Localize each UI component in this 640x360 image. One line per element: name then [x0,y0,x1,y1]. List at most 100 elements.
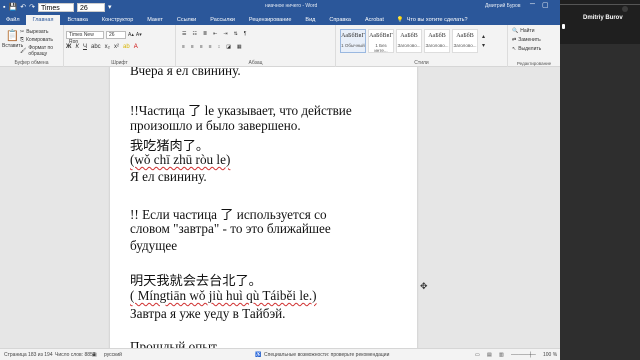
cut-button[interactable]: ✂ Вырезать [20,29,48,35]
status-bar: Страница 183 из 194 Число слов: 8853 ▣ р… [0,348,560,360]
doc-line: словом "завтра" - то это ближайшее [130,221,331,236]
tab-file[interactable]: Файл [0,15,26,25]
shrink-font-icon[interactable]: A▾ [136,32,142,38]
divider [560,4,640,5]
document-page[interactable]: Вчера я ел свинину. !!Частица 了 le указы… [110,67,428,348]
doc-line: !!Частица 了 le указывает, что действие [130,103,352,118]
cursor-icon: ↖ [512,46,517,52]
tab-mailings[interactable]: Рассылки [203,15,242,25]
style-no-spacing[interactable]: АаБбВвГ 1 Без инте... [368,29,394,53]
increase-indent-icon[interactable]: ⇥ [223,31,227,37]
save-icon[interactable]: 💾 [8,3,17,11]
read-mode-icon[interactable]: ▤ [487,352,492,358]
tab-review[interactable]: Рецензирование [242,15,298,25]
clipboard-group-label: Буфер обмена [14,60,49,66]
format-painter-button[interactable]: 🖌 Формат по образцу [20,45,63,57]
proofing-icon[interactable]: ▣ [92,352,97,358]
strikethrough-icon[interactable]: abc [91,44,101,50]
language[interactable]: русский [104,352,122,358]
find-button[interactable]: 🔍 Найти [512,28,535,34]
line-spacing-icon[interactable]: ↕ [218,44,221,50]
font-group-label: Шрифт [111,60,128,66]
tab-help[interactable]: Справка [322,15,358,25]
undo-icon[interactable]: ↶ [20,3,26,11]
redo-icon[interactable]: ↷ [29,3,35,11]
underline-icon[interactable]: Ч [83,44,87,50]
numbering-icon[interactable]: ☷ [192,31,196,37]
replace-button[interactable]: ⇄ Заменить [512,37,541,43]
multilevel-icon[interactable]: ≣ [203,31,207,37]
align-buttons: ≡ ≡ ≡ ≡ ↕ ◪ ▦ [182,44,242,50]
zoom-slider[interactable]: ─────┼─ [511,352,536,358]
bullets-icon[interactable]: ☰ [182,31,186,37]
style-preview: АаБбВвГ [341,33,365,39]
tab-view[interactable]: Вид [298,15,322,25]
align-right-icon[interactable]: ≡ [200,44,203,50]
tell-me-search[interactable]: 💡 Что вы хотите сделать? [391,15,468,25]
font-color-icon[interactable]: A [134,44,138,50]
align-center-icon[interactable]: ≡ [191,44,194,50]
style-label: 1 Обычный [341,43,365,48]
font-name-box[interactable]: Times New Ron [66,31,104,45]
search-icon: 🔍 [512,28,519,34]
style-normal[interactable]: АаБбВвГ 1 Обычный [340,29,366,53]
list-buttons: ☰ ☷ ≣ ⇤ ⇥ ⇅ ¶ [182,31,246,37]
styles-group-label: Стили [414,60,429,66]
copy-button[interactable]: ⎘ Копировать [20,37,53,43]
grow-font-icon[interactable]: A▴ [128,32,134,38]
justify-icon[interactable]: ≡ [209,44,212,50]
zoom-level[interactable]: 100 % [543,352,557,358]
focus-icon[interactable]: ▭ [475,352,480,358]
maximize-icon[interactable]: ▢ [542,1,549,9]
italic-icon[interactable]: К [75,44,79,50]
highlight-icon[interactable]: ab [123,44,130,50]
chevron-up-icon[interactable]: ▴ [482,33,485,40]
shading-icon[interactable]: ◪ [226,44,231,50]
scissors-icon: ✂ [20,29,25,35]
subscript-icon[interactable]: x₂ [105,44,110,50]
doc-line: Прошлый опыт [130,339,217,348]
doc-line: 明天我就会去台北了。 [130,273,262,288]
style-heading-2[interactable]: АаБбВ Заголово... [424,29,450,53]
style-heading-3[interactable]: АаБбВ Заголово... [452,29,478,53]
font-size-box[interactable]: 26 [106,31,126,39]
borders-icon[interactable]: ▦ [237,44,242,50]
tab-home[interactable]: Главная [25,15,61,25]
camera-indicator-icon [622,6,628,12]
editing-group-label: Редактирование [516,61,552,66]
paragraph-group-label: Абзац [248,60,263,66]
tab-references[interactable]: Ссылки [170,15,203,25]
select-button[interactable]: ↖ Выделить [512,46,541,52]
align-left-icon[interactable]: ≡ [182,44,185,50]
participant-name: Dmitriy Burov [583,15,623,21]
accessibility-status[interactable]: Специальные возможности: проверьте реком… [264,352,389,358]
bold-icon[interactable]: Ж [66,44,71,50]
superscript-icon[interactable]: x² [114,44,119,50]
chevron-down-icon[interactable]: ▾ [482,42,485,49]
quick-font-size[interactable]: 26 [76,2,105,12]
sort-icon[interactable]: ⇅ [234,31,238,37]
decrease-indent-icon[interactable]: ⇤ [213,31,217,37]
word-count[interactable]: Число слов: 8853 [55,352,96,358]
participant-video-tile[interactable] [560,0,640,44]
tab-acrobat[interactable]: Acrobat [358,15,391,25]
customize-icon[interactable]: ▾ [108,3,112,11]
accessibility-icon[interactable]: ♿ [255,352,261,358]
style-preview: АаБбВвГ [369,33,393,39]
pilcrow-icon[interactable]: ¶ [244,31,247,37]
doc-line: Вчера я ел свинину. [130,67,241,78]
tab-insert[interactable]: Вставка [60,15,94,25]
style-heading-1[interactable]: АаБбВ Заголово... [396,29,422,53]
styles-scroll[interactable]: ▴ ▾ [482,33,485,49]
page-count[interactable]: Страница 183 из 194 [4,352,53,358]
quick-font-name[interactable]: Times New R [37,2,74,21]
web-layout-icon[interactable]: ▥ [499,352,504,358]
user-name[interactable]: Дмитрий Буров [485,3,521,9]
tab-design[interactable]: Конструктор [95,15,140,25]
style-label: Заголово... [453,43,477,48]
microphone-icon[interactable] [562,24,565,29]
tab-layout[interactable]: Макет [140,15,170,25]
minimize-icon[interactable]: ─ [530,1,535,8]
quick-access-toolbar: ▪ 💾 ↶ ↷ Times New R 26 ▾ [0,2,112,21]
styles-group: АаБбВвГ 1 Обычный АаБбВвГ 1 Без инте... … [336,25,508,67]
